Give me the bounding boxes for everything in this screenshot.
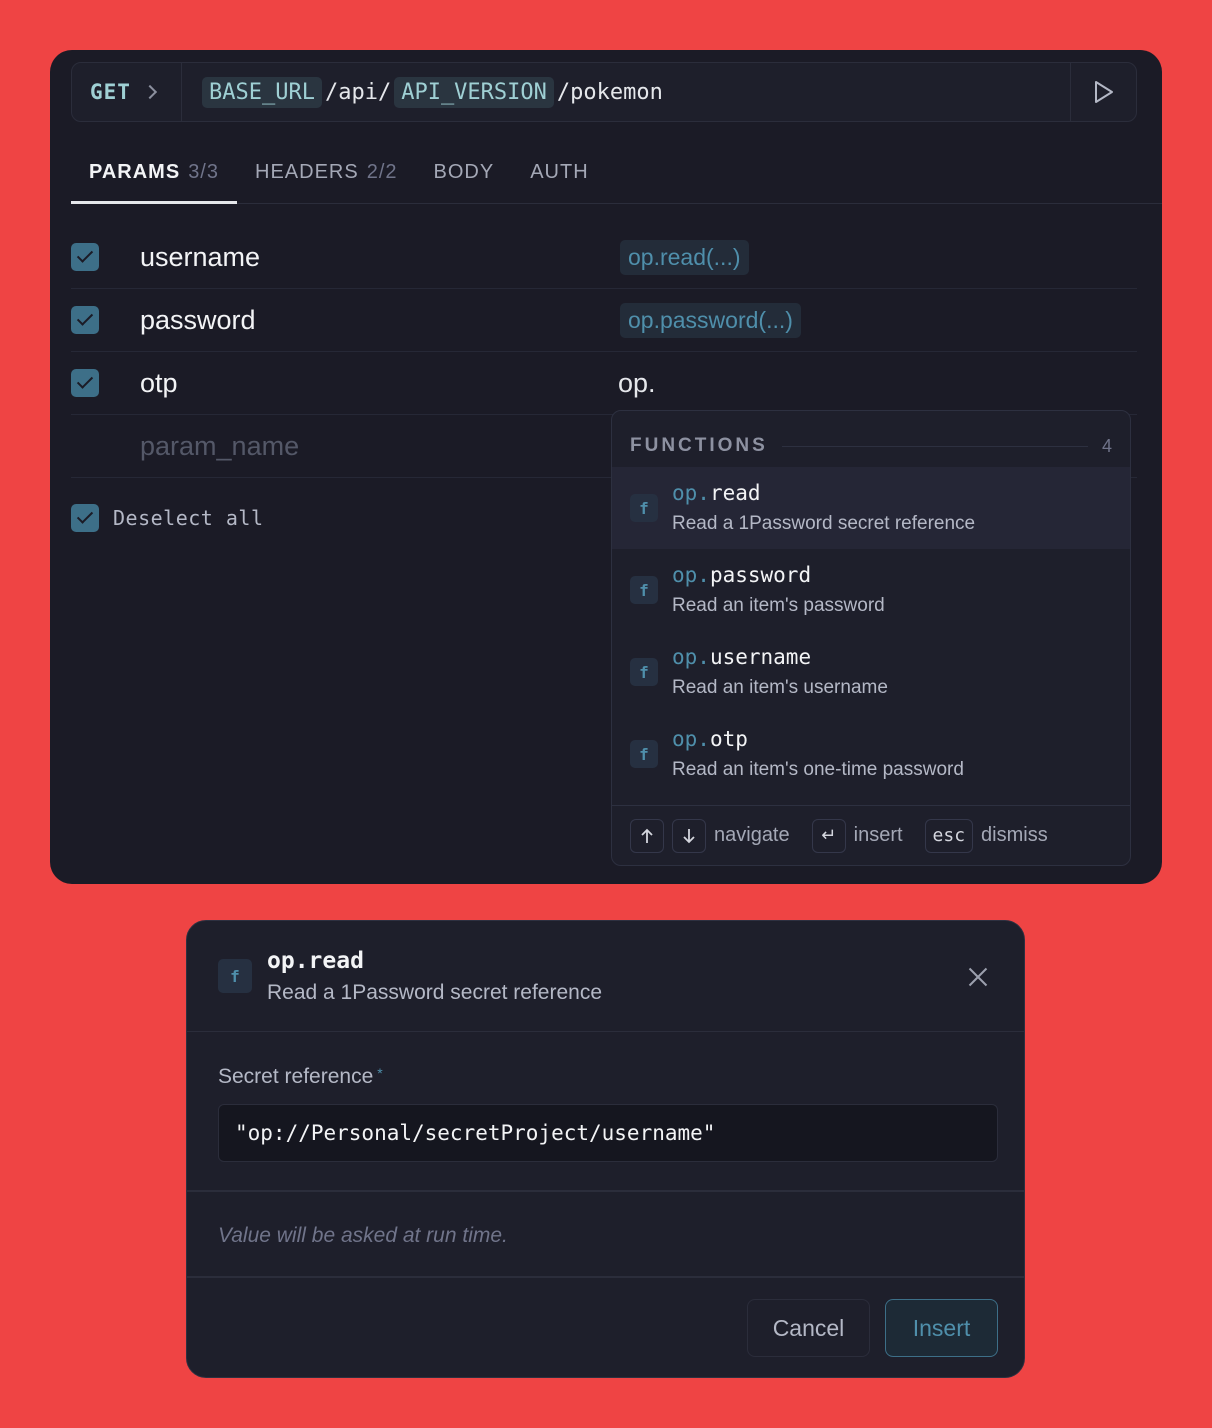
function-description: Read an item's username xyxy=(672,677,888,698)
required-indicator: * xyxy=(377,1065,383,1081)
dialog-header: f op.read Read a 1Password secret refere… xyxy=(187,921,1024,1032)
play-icon xyxy=(1094,81,1113,103)
esc-key-icon: esc xyxy=(924,818,974,853)
field-label-text: Secret reference xyxy=(218,1065,374,1088)
close-icon[interactable] xyxy=(968,967,988,987)
function-icon: f xyxy=(630,658,658,686)
param-row: otp op. xyxy=(71,352,1137,415)
function-option-read[interactable]: f op.read Read a 1Password secret refere… xyxy=(612,467,1130,549)
function-arguments-dialog: f op.read Read a 1Password secret refere… xyxy=(186,920,1025,1378)
param-name[interactable]: username xyxy=(140,242,260,273)
deselect-all-label: Deselect all xyxy=(113,506,264,530)
function-icon: f xyxy=(218,959,252,993)
param-checkbox[interactable] xyxy=(71,306,99,334)
url-variable-base-url[interactable]: BASE_URL xyxy=(202,76,322,108)
autocomplete-popup: FUNCTIONS 4 f op.read Read a 1Password s… xyxy=(611,410,1131,866)
request-panel: GET BASE_URL /api/ API_VERSION /pokemon … xyxy=(50,50,1162,884)
function-name: op.otp xyxy=(672,727,964,751)
check-icon xyxy=(76,372,94,389)
function-short-name: read xyxy=(709,481,761,505)
check-icon xyxy=(76,507,94,524)
url-input[interactable]: BASE_URL /api/ API_VERSION /pokemon xyxy=(182,76,1070,108)
insert-button[interactable]: Insert xyxy=(885,1299,998,1357)
function-option-otp[interactable]: f op.otp Read an item's one-time passwor… xyxy=(612,713,1130,795)
runtime-note: Value will be asked at run time. xyxy=(218,1224,508,1247)
param-checkbox[interactable] xyxy=(71,243,99,271)
function-name: op.password xyxy=(672,563,885,587)
url-segment: /api/ xyxy=(324,79,392,105)
function-description: Read an item's password xyxy=(672,595,885,616)
param-value-function[interactable]: op.password(...) xyxy=(620,302,801,338)
check-icon xyxy=(76,246,94,263)
url-variable-api-version[interactable]: API_VERSION xyxy=(394,76,554,108)
arrow-up-key-icon xyxy=(630,818,664,853)
param-name[interactable]: password xyxy=(140,305,256,336)
param-value-function[interactable]: op.read(...) xyxy=(620,239,749,275)
method-label: GET xyxy=(90,80,131,104)
insert-hint: insert xyxy=(853,824,903,846)
function-name: op.username xyxy=(672,645,888,669)
tab-label: BODY xyxy=(433,161,495,183)
autocomplete-footer: navigate ↵ insert esc dismiss xyxy=(612,805,1130,865)
tab-body[interactable]: BODY xyxy=(416,158,513,204)
request-tabs: PARAMS 3/3 HEADERS 2/2 BODY AUTH xyxy=(71,158,1162,204)
param-name[interactable]: otp xyxy=(140,368,178,399)
param-value-input[interactable]: op. xyxy=(618,368,656,399)
autocomplete-title: FUNCTIONS xyxy=(630,435,768,456)
dialog-function-name: op.read xyxy=(267,948,364,974)
deselect-all-toggle[interactable]: Deselect all xyxy=(71,504,264,532)
dialog-function-description: Read a 1Password secret reference xyxy=(267,981,603,1004)
url-bar: GET BASE_URL /api/ API_VERSION /pokemon xyxy=(71,62,1137,122)
tab-label: AUTH xyxy=(530,161,589,183)
chevron-right-icon xyxy=(142,84,158,100)
function-icon: f xyxy=(630,576,658,604)
function-namespace: op. xyxy=(672,727,710,751)
function-description: Read an item's one-time password xyxy=(672,759,964,780)
tab-count: 2/2 xyxy=(366,161,398,183)
param-row: username op.read(...) xyxy=(71,226,1137,289)
cancel-button[interactable]: Cancel xyxy=(747,1299,870,1357)
function-name: op.read xyxy=(672,481,975,505)
divider xyxy=(781,445,1088,447)
method-selector[interactable]: GET xyxy=(72,63,182,121)
new-param-name-input[interactable]: param_name xyxy=(140,431,299,462)
function-option-password[interactable]: f op.password Read an item's password xyxy=(612,549,1130,631)
function-icon: f xyxy=(630,494,658,522)
param-row: password op.password(...) xyxy=(71,289,1137,352)
arrow-down-key-icon xyxy=(672,818,706,853)
tab-label: HEADERS xyxy=(255,161,359,183)
tab-params[interactable]: PARAMS 3/3 xyxy=(71,158,237,204)
function-option-username[interactable]: f op.username Read an item's username xyxy=(612,631,1130,713)
secret-reference-label: Secret reference * xyxy=(218,1065,383,1089)
function-namespace: op. xyxy=(672,645,710,669)
function-short-name: password xyxy=(709,563,812,587)
tab-label: PARAMS xyxy=(89,161,181,183)
function-namespace: op. xyxy=(672,481,710,505)
divider xyxy=(187,1276,1024,1278)
autocomplete-count: 4 xyxy=(1101,435,1112,456)
tab-headers[interactable]: HEADERS 2/2 xyxy=(237,158,416,204)
deselect-all-checkbox[interactable] xyxy=(71,504,99,532)
url-segment: /pokemon xyxy=(556,79,663,105)
function-short-name: otp xyxy=(709,727,748,751)
divider xyxy=(187,1190,1024,1192)
send-request-button[interactable] xyxy=(1070,63,1136,121)
tab-count: 3/3 xyxy=(188,161,219,183)
secret-reference-input[interactable]: "op://Personal/secretProject/username" xyxy=(218,1104,998,1162)
function-icon: f xyxy=(630,740,658,768)
check-icon xyxy=(76,309,94,326)
function-short-name: username xyxy=(709,645,812,669)
tab-auth[interactable]: AUTH xyxy=(512,158,606,204)
param-checkbox[interactable] xyxy=(71,369,99,397)
autocomplete-header: FUNCTIONS 4 xyxy=(612,411,1130,467)
enter-key-icon: ↵ xyxy=(811,818,846,853)
function-description: Read a 1Password secret reference xyxy=(672,513,976,534)
function-namespace: op. xyxy=(672,563,710,587)
navigate-hint: navigate xyxy=(714,824,790,846)
dismiss-hint: dismiss xyxy=(981,824,1048,846)
